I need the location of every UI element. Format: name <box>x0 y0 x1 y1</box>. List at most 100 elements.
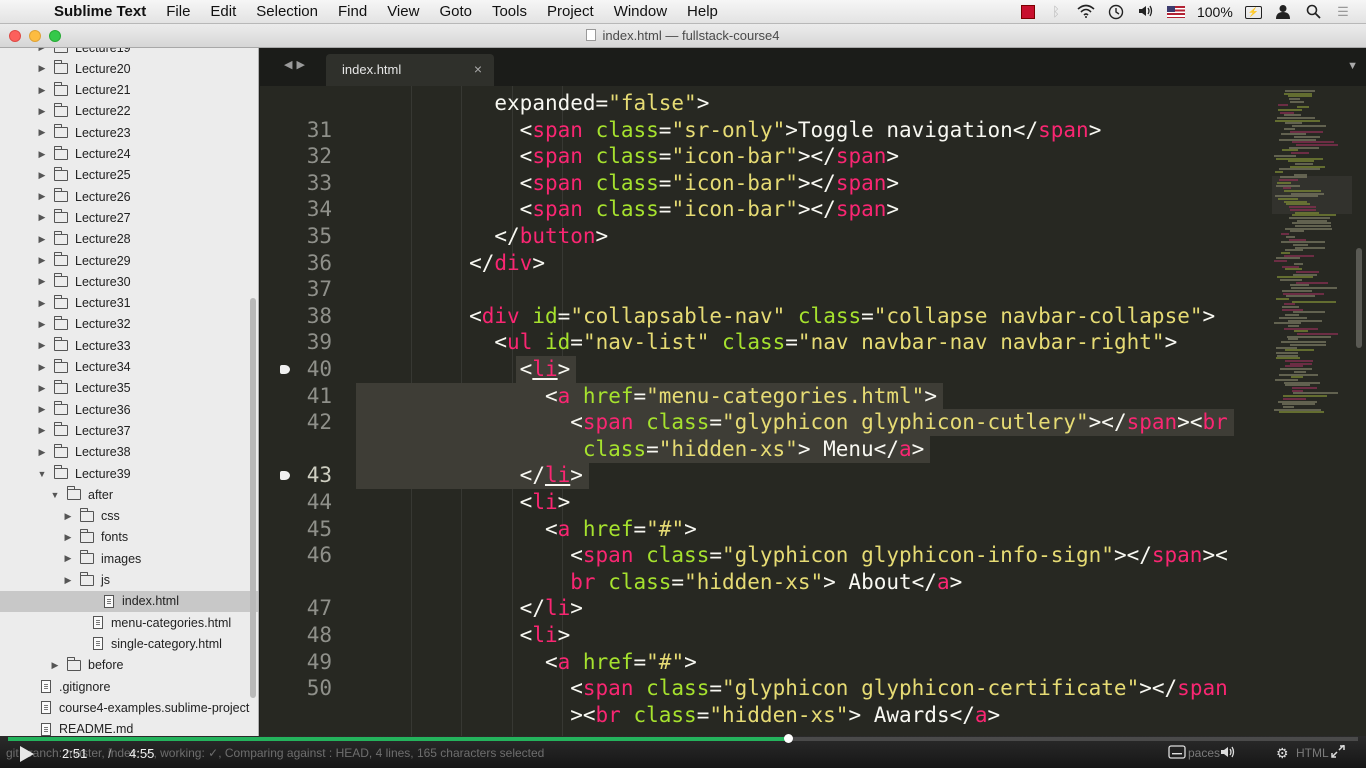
disclosure-closed-icon[interactable]: ▶ <box>36 340 48 351</box>
disclosure-closed-icon[interactable]: ▶ <box>36 276 48 287</box>
disclosure-open-icon[interactable]: ▼ <box>36 469 48 479</box>
folder-item[interactable]: ▶ Lecture31 <box>36 293 131 314</box>
folder-item[interactable]: ▶ Lecture26 <box>36 186 131 207</box>
disclosure-closed-icon[interactable]: ▶ <box>49 660 61 671</box>
file-item[interactable]: index.html <box>0 590 258 612</box>
folder-item[interactable]: ▶ fonts <box>62 527 128 548</box>
folder-item[interactable]: ▶ Lecture27 <box>36 207 131 228</box>
minimap[interactable] <box>1272 86 1352 736</box>
disclosure-closed-icon[interactable]: ▶ <box>36 191 48 202</box>
disclosure-closed-icon[interactable]: ▶ <box>36 149 48 160</box>
folder-item[interactable]: ▶ Lecture20 <box>36 58 131 79</box>
disclosure-closed-icon[interactable]: ▶ <box>36 425 48 436</box>
fullscreen-icon[interactable] <box>1330 744 1346 762</box>
file-item[interactable]: .gitignore <box>41 676 110 697</box>
search-icon[interactable] <box>1304 4 1322 20</box>
time-machine-icon[interactable] <box>1107 4 1125 20</box>
folder-item[interactable]: ▶ Lecture30 <box>36 271 131 292</box>
folder-item[interactable]: ▶ Lecture22 <box>36 101 131 122</box>
menu-find[interactable]: Find <box>328 3 377 20</box>
disclosure-closed-icon[interactable]: ▶ <box>36 298 48 309</box>
folder-item[interactable]: ▶ Lecture32 <box>36 314 131 335</box>
disclosure-closed-icon[interactable]: ▶ <box>36 212 48 223</box>
disclosure-closed-icon[interactable]: ▶ <box>62 532 74 543</box>
menu-project[interactable]: Project <box>537 3 604 20</box>
folder-item[interactable]: ▶ js <box>62 570 110 591</box>
disclosure-closed-icon[interactable]: ▶ <box>36 127 48 138</box>
menu-tools[interactable]: Tools <box>482 3 537 20</box>
disclosure-closed-icon[interactable]: ▶ <box>36 447 48 458</box>
disclosure-closed-icon[interactable]: ▶ <box>36 255 48 266</box>
sidebar-scrollbar[interactable] <box>250 298 256 698</box>
menu-window[interactable]: Window <box>604 3 677 20</box>
disclosure-open-icon[interactable]: ▼ <box>49 490 61 500</box>
menu-goto[interactable]: Goto <box>429 3 482 20</box>
user-icon[interactable] <box>1274 4 1292 20</box>
folder-item[interactable]: ▶ images <box>62 548 141 569</box>
battery-icon[interactable]: ⚡ <box>1244 5 1262 19</box>
us-flag-icon[interactable] <box>1166 6 1185 18</box>
code-token: class <box>595 170 659 195</box>
tab-nav-arrows-icon[interactable]: ◀▶ <box>284 58 309 71</box>
captions-icon[interactable] <box>1168 745 1186 762</box>
disclosure-closed-icon[interactable]: ▶ <box>36 63 48 74</box>
menu-app-name[interactable]: Sublime Text <box>44 3 156 20</box>
tab-index-html[interactable]: index.html × <box>326 54 494 86</box>
folder-item[interactable]: ▶ Lecture36 <box>36 399 131 420</box>
file-item[interactable]: single-category.html <box>93 633 222 654</box>
folder-item[interactable]: ▶ Lecture38 <box>36 442 131 463</box>
disclosure-closed-icon[interactable]: ▶ <box>36 234 48 245</box>
menu-selection[interactable]: Selection <box>246 3 328 20</box>
disclosure-closed-icon[interactable]: ▶ <box>36 404 48 415</box>
folder-item[interactable]: ▶ css <box>62 506 120 527</box>
volume-icon[interactable] <box>1137 4 1155 20</box>
disclosure-closed-icon[interactable]: ▶ <box>62 553 74 564</box>
file-item[interactable]: README.md <box>41 719 133 736</box>
spaces-label[interactable]: paces <box>1188 746 1220 760</box>
disclosure-closed-icon[interactable]: ▶ <box>36 106 48 117</box>
folder-item[interactable]: ▼ after <box>49 484 113 505</box>
menu-file[interactable]: File <box>156 3 200 20</box>
folder-item[interactable]: ▶ Lecture34 <box>36 357 131 378</box>
folder-item[interactable]: ▶ Lecture24 <box>36 144 131 165</box>
chevron-down-icon[interactable]: ▼ <box>1347 60 1358 72</box>
folder-item[interactable]: ▶ before <box>49 655 123 676</box>
disclosure-closed-icon[interactable]: ▶ <box>36 362 48 373</box>
menu-view[interactable]: View <box>377 3 429 20</box>
disclosure-closed-icon[interactable]: ▶ <box>62 511 74 522</box>
folder-item[interactable]: ▶ Lecture28 <box>36 229 131 250</box>
folder-item[interactable]: ▶ Lecture19 <box>36 48 131 58</box>
disclosure-closed-icon[interactable]: ▶ <box>36 383 48 394</box>
progress-thumb[interactable] <box>784 734 794 743</box>
editor-scrollbar[interactable] <box>1356 248 1362 348</box>
folder-item[interactable]: ▼ Lecture39 <box>36 463 131 484</box>
volume-icon[interactable] <box>1220 745 1238 762</box>
bluetooth-icon[interactable]: ᛒ <box>1047 4 1065 20</box>
disclosure-closed-icon[interactable]: ▶ <box>62 575 74 586</box>
progress-track[interactable] <box>8 734 1358 743</box>
disclosure-closed-icon[interactable]: ▶ <box>36 48 48 53</box>
close-icon[interactable]: × <box>474 61 482 77</box>
folder-item[interactable]: ▶ Lecture37 <box>36 420 131 441</box>
settings-gear-icon[interactable]: ⚙ <box>1276 745 1289 762</box>
red-square-icon[interactable] <box>1020 5 1035 19</box>
disclosure-closed-icon[interactable]: ▶ <box>36 319 48 330</box>
wifi-icon[interactable] <box>1077 4 1095 20</box>
folder-item[interactable]: ▶ Lecture35 <box>36 378 131 399</box>
file-item[interactable]: menu-categories.html <box>93 612 231 633</box>
play-icon[interactable] <box>20 746 34 762</box>
disclosure-closed-icon[interactable]: ▶ <box>36 170 48 181</box>
battery-percent[interactable]: 100% <box>1197 4 1233 20</box>
menu-list-icon[interactable]: ☰ <box>1334 4 1352 20</box>
syntax-label[interactable]: HTML <box>1296 746 1329 760</box>
file-item[interactable]: course4-examples.sublime-project <box>41 697 249 718</box>
code-view[interactable]: expanded="false"> 31 <span class="sr-only"… <box>260 86 1270 736</box>
folder-item[interactable]: ▶ Lecture23 <box>36 122 131 143</box>
folder-item[interactable]: ▶ Lecture33 <box>36 335 131 356</box>
menu-edit[interactable]: Edit <box>200 3 246 20</box>
menu-help[interactable]: Help <box>677 3 728 20</box>
disclosure-closed-icon[interactable]: ▶ <box>36 85 48 96</box>
folder-item[interactable]: ▶ Lecture25 <box>36 165 131 186</box>
folder-item[interactable]: ▶ Lecture21 <box>36 80 131 101</box>
folder-item[interactable]: ▶ Lecture29 <box>36 250 131 271</box>
